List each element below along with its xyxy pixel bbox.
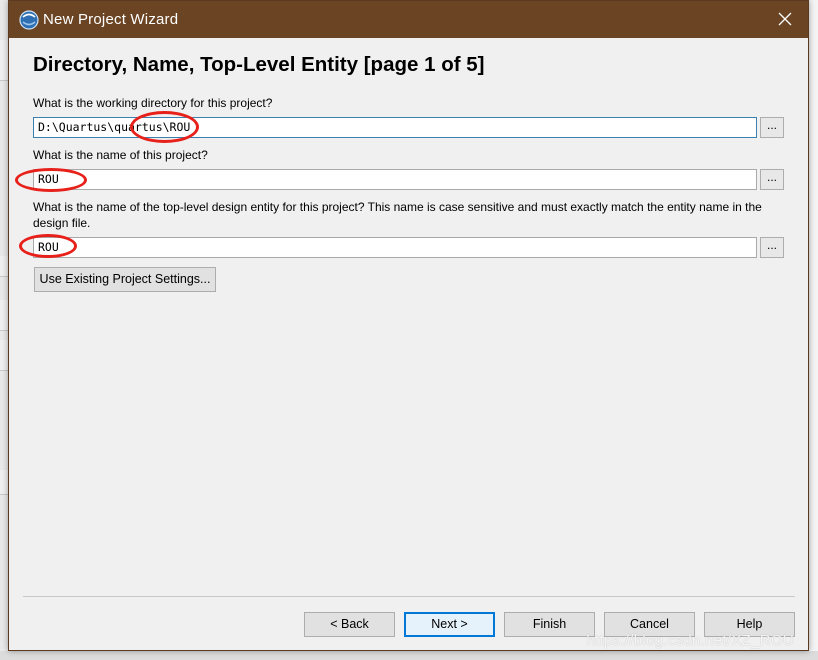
title-bar[interactable]: New Project Wizard xyxy=(9,1,808,38)
use-existing-settings-button[interactable]: Use Existing Project Settings... xyxy=(34,267,216,292)
background-app-bottom-edge xyxy=(0,651,818,660)
page-heading: Directory, Name, Top-Level Entity [page … xyxy=(33,53,485,76)
back-button[interactable]: < Back xyxy=(304,612,395,637)
new-project-wizard-dialog: New Project Wizard Directory, Name, Top-… xyxy=(8,0,809,651)
working-directory-browse-button[interactable]: ... xyxy=(760,117,784,138)
close-button[interactable] xyxy=(762,1,808,38)
project-name-input[interactable]: ROU xyxy=(33,169,757,190)
finish-button[interactable]: Finish xyxy=(504,612,595,637)
footer-separator xyxy=(23,596,795,597)
project-name-browse-button[interactable]: ... xyxy=(760,169,784,190)
window-title: New Project Wizard xyxy=(43,11,179,28)
close-icon xyxy=(778,12,792,26)
working-directory-input[interactable]: D:\Quartus\quartus\ROU xyxy=(33,117,757,138)
working-directory-label: What is the working directory for this p… xyxy=(33,96,273,110)
watermark: https://blog.csdn.net/XZ_ROU xyxy=(586,632,794,649)
quartus-app-icon xyxy=(19,10,39,30)
project-name-label: What is the name of this project? xyxy=(33,148,208,162)
top-level-entity-browse-button[interactable]: ... xyxy=(760,237,784,258)
next-button[interactable]: Next > xyxy=(404,612,495,637)
top-level-entity-input[interactable]: ROU xyxy=(33,237,757,258)
top-level-entity-label: What is the name of the top-level design… xyxy=(33,200,762,230)
background-app-right-edge xyxy=(808,0,818,660)
